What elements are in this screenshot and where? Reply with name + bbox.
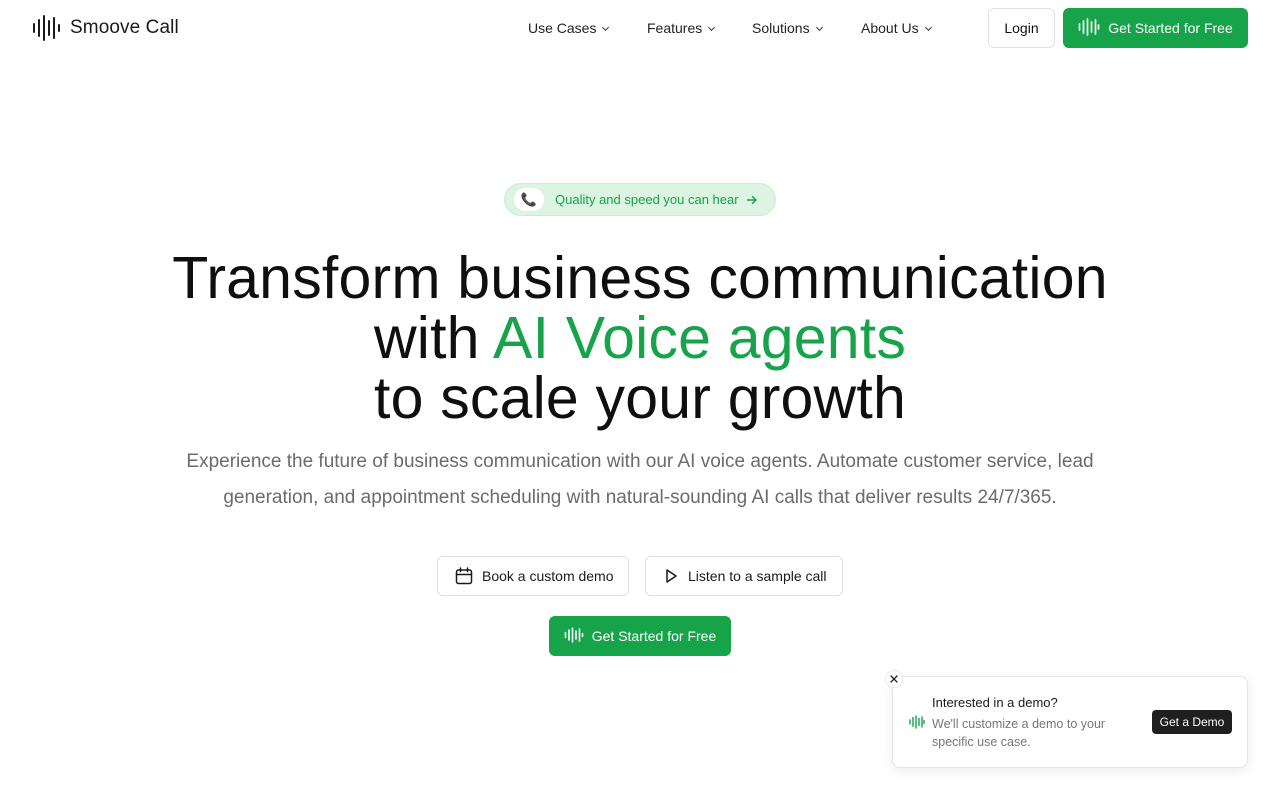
hero-badge[interactable]: 📞 Quality and speed you can hear — [504, 183, 776, 216]
book-demo-label: Book a custom demo — [482, 568, 614, 584]
nav-item-label: Features — [647, 20, 703, 36]
play-icon — [666, 569, 677, 583]
popup-body: We'll customize a demo to your specific … — [932, 717, 1106, 749]
nav-item-label: Use Cases — [528, 20, 597, 36]
nav-item-label: Solutions — [752, 20, 810, 36]
nav-item-use-cases[interactable]: Use Cases — [528, 17, 647, 39]
hero-subtitle: Experience the future of business commun… — [186, 451, 1094, 508]
calendar-icon — [455, 567, 473, 585]
get-started-hero-button[interactable]: Get Started for Free — [549, 616, 731, 656]
get-demo-button[interactable]: Get a Demo — [1152, 710, 1232, 734]
chevron-down-icon — [708, 26, 716, 31]
sound-wave-icon — [909, 715, 925, 734]
get-started-header-button[interactable]: Get Started for Free — [1063, 8, 1248, 48]
sound-wave-icon — [32, 15, 61, 41]
nav-item-label: About Us — [861, 20, 919, 36]
brand-logo[interactable]: Smoove Call — [32, 14, 179, 42]
login-button[interactable]: Login — [988, 8, 1055, 48]
chevron-down-icon — [924, 26, 932, 31]
brand-name: Smoove Call — [70, 17, 179, 38]
nav-item-about-us[interactable]: About Us — [861, 17, 941, 39]
headline-line-3: to scale your growth — [374, 365, 906, 431]
listen-sample-label: Listen to a sample call — [688, 568, 827, 584]
headline-line-1: Transform business communication — [172, 245, 1108, 311]
cta-label: Get Started for Free — [1108, 20, 1233, 36]
main-nav: Use Cases Features Solutions About Us — [528, 17, 941, 39]
headline-accent: AI Voice agents — [493, 305, 907, 371]
badge-text: Quality and speed you can hear — [555, 192, 739, 207]
demo-popup: Interested in a demo? We'll customize a … — [885, 670, 1248, 768]
phone-icon: 📞 — [514, 188, 544, 211]
listen-sample-button[interactable]: Listen to a sample call — [645, 556, 843, 596]
sound-wave-icon — [1078, 17, 1100, 39]
hero-headline: Transform business communication with AI… — [0, 248, 1280, 428]
close-icon[interactable] — [885, 670, 903, 688]
nav-item-features[interactable]: Features — [647, 17, 752, 39]
book-demo-button[interactable]: Book a custom demo — [437, 556, 629, 596]
headline-line-2-prefix: with — [373, 305, 480, 371]
chevron-down-icon — [602, 26, 610, 31]
nav-item-solutions[interactable]: Solutions — [752, 17, 861, 39]
popup-title: Interested in a demo? — [932, 695, 1058, 710]
sound-wave-icon — [564, 626, 584, 646]
site-header: Smoove Call Use Cases Features Solutions… — [0, 0, 1280, 56]
arrow-right-icon — [746, 195, 757, 204]
chevron-down-icon — [815, 26, 823, 31]
cta-label: Get Started for Free — [591, 628, 717, 644]
